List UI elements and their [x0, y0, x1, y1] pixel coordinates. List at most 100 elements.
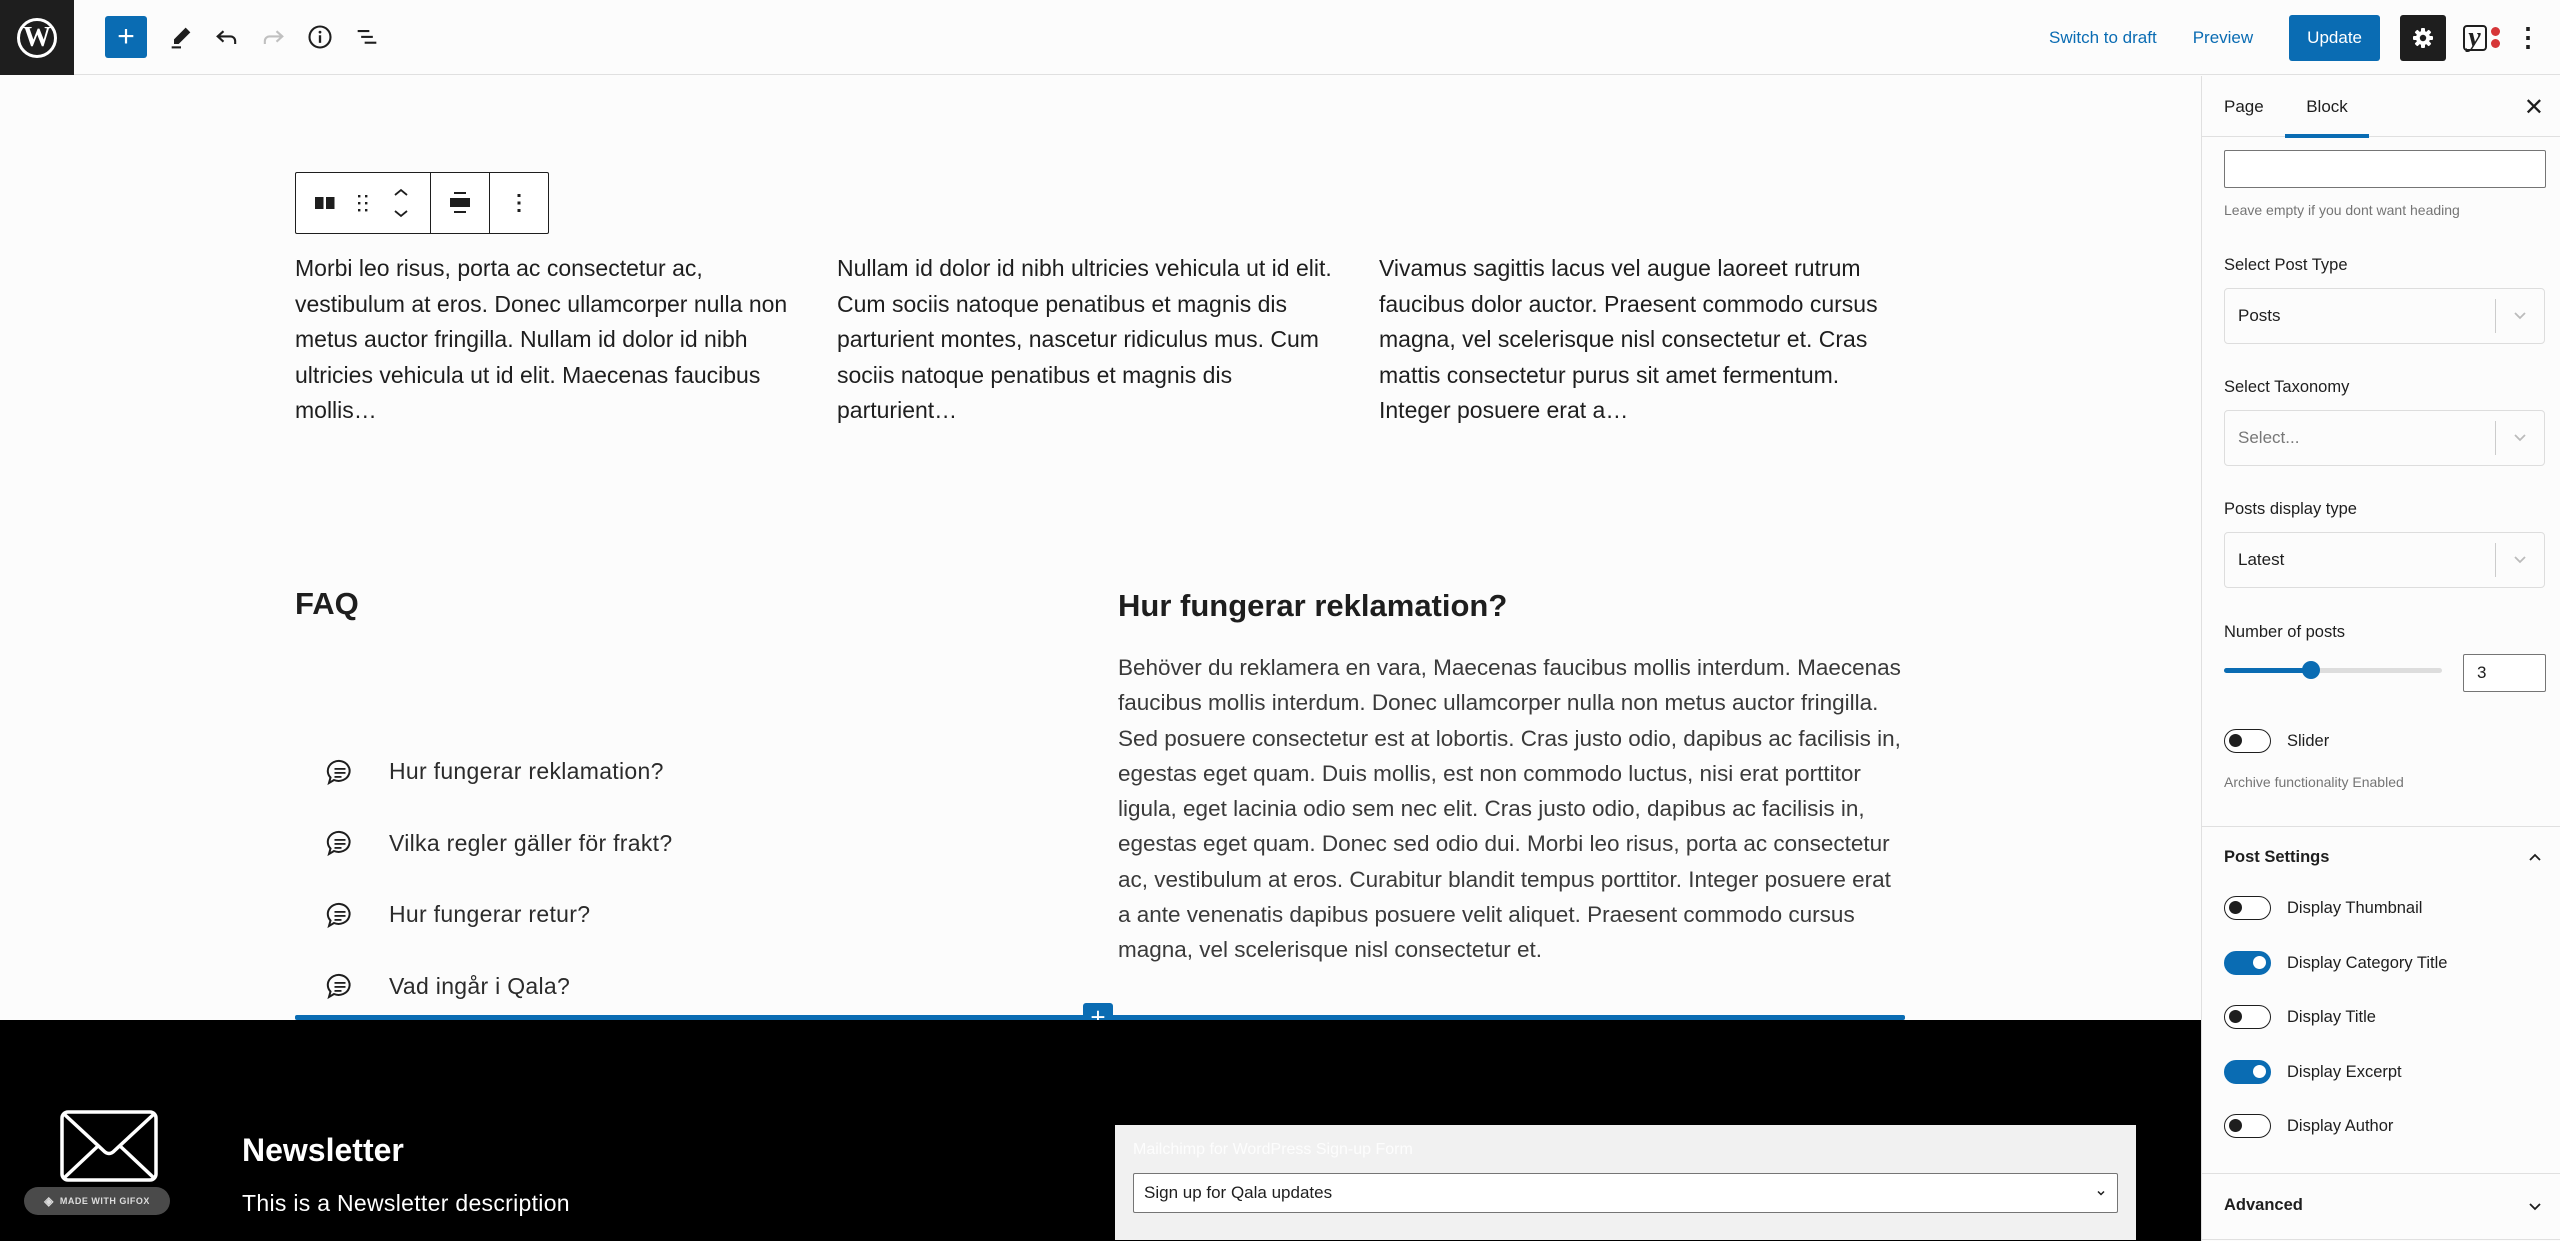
- toggle-label: Display Category Title: [2287, 953, 2448, 972]
- options-menu-button[interactable]: ⋮: [2510, 15, 2546, 61]
- number-of-posts-input[interactable]: 3: [2463, 654, 2546, 692]
- settings-sidebar: Page Block ✕ Leave empty if you dont wan…: [2201, 76, 2560, 1241]
- update-button[interactable]: Update: [2289, 14, 2380, 61]
- drag-handle[interactable]: [344, 179, 382, 227]
- block-toolbar: [295, 172, 549, 234]
- columns-icon: [315, 197, 335, 209]
- wordpress-logo-letter: W: [23, 21, 51, 53]
- heading-help-text: Leave empty if you dont want heading: [2224, 202, 2460, 218]
- close-sidebar-button[interactable]: ✕: [2524, 93, 2544, 122]
- toggle-label: Display Excerpt: [2287, 1062, 2402, 1081]
- redo-button[interactable]: [252, 16, 294, 58]
- slider-thumb[interactable]: [2302, 661, 2321, 679]
- taxonomy-label: Select Taxonomy: [2224, 378, 2350, 396]
- display-excerpt-toggle[interactable]: [2224, 1060, 2271, 1084]
- details-button[interactable]: [299, 16, 341, 58]
- taxonomy-select[interactable]: Select...: [2224, 410, 2545, 466]
- mailchimp-form-select[interactable]: Sign up for Qala updates: [1133, 1173, 2118, 1213]
- display-excerpt-toggle-row[interactable]: Display Excerpt: [2224, 1060, 2402, 1084]
- post-type-value: Posts: [2238, 306, 2281, 325]
- newsletter-description: This is a Newsletter description: [242, 1190, 570, 1216]
- latest-posts-block[interactable]: Morbi leo risus, porta ac consectetur ac…: [295, 251, 1905, 429]
- envelope-icon: [60, 1110, 158, 1182]
- faq-question-text: Vad ingår i Qala?: [389, 972, 571, 999]
- move-up-down-icon: [394, 188, 408, 218]
- top-bar-actions: Switch to draft Preview Update y ⋮: [2049, 0, 2560, 75]
- chevron-down-icon: [2529, 1202, 2541, 1210]
- slider-toggle-row[interactable]: Slider: [2224, 729, 2329, 753]
- taxonomy-placeholder: Select...: [2238, 428, 2300, 447]
- toggle-label: Display Author: [2287, 1116, 2394, 1135]
- align-button[interactable]: [441, 179, 479, 227]
- faq-question-item[interactable]: Vad ingår i Qala?: [325, 951, 672, 1023]
- newsletter-block: ◈ MADE WITH GIFOX Newsletter This is a Ne…: [0, 1020, 2201, 1241]
- slider-toggle[interactable]: [2224, 729, 2271, 753]
- display-author-toggle-row[interactable]: Display Author: [2224, 1114, 2393, 1138]
- drag-handle-icon: [358, 195, 368, 212]
- display-title-toggle-row[interactable]: Display Title: [2224, 1005, 2376, 1029]
- settings-button[interactable]: [2400, 14, 2446, 61]
- display-title-toggle[interactable]: [2224, 1005, 2271, 1029]
- post-settings-panel-toggle[interactable]: Post Settings: [2224, 848, 2544, 867]
- slider-fill: [2224, 668, 2312, 673]
- block-options-button[interactable]: [500, 179, 538, 227]
- post-excerpt[interactable]: Vivamus sagittis lacus vel augue laoreet…: [1379, 251, 1891, 429]
- post-type-label: Select Post Type: [2224, 256, 2348, 274]
- block-inserter-button[interactable]: +: [105, 16, 147, 58]
- yoast-seo-button[interactable]: y: [2458, 15, 2504, 61]
- plus-icon: +: [117, 20, 135, 53]
- chevron-down-icon: [2514, 556, 2526, 564]
- display-author-toggle[interactable]: [2224, 1114, 2271, 1138]
- undo-button[interactable]: [206, 16, 248, 58]
- editor-top-bar: W + Switch to draft Preview Update y ⋮: [0, 0, 2560, 75]
- faq-answer-text: Behöver du reklamera en vara, Maecenas f…: [1118, 655, 1901, 963]
- panel-divider: [2202, 1239, 2560, 1240]
- list-view-button[interactable]: [346, 16, 388, 58]
- gifox-watermark-text: MADE WITH GIFOX: [59, 1196, 150, 1206]
- more-options-icon: [517, 194, 521, 212]
- gear-icon: [2413, 27, 2433, 48]
- newsletter-title: Newsletter: [242, 1132, 404, 1168]
- chevron-up-icon: [2529, 853, 2541, 861]
- display-thumbnail-toggle[interactable]: [2224, 896, 2271, 920]
- mailchimp-form-label: Mailchimp for WordPress Sign-up Form: [1133, 1141, 1413, 1158]
- faq-answer-title: Hur fungerar reklamation?: [1118, 588, 1508, 623]
- tab-page[interactable]: Page: [2224, 76, 2264, 137]
- post-type-select[interactable]: Posts: [2224, 288, 2545, 344]
- display-type-select[interactable]: Latest: [2224, 532, 2545, 588]
- number-of-posts-slider[interactable]: [2224, 661, 2442, 679]
- align-icon: [450, 192, 470, 213]
- display-category-title-toggle[interactable]: [2224, 951, 2271, 975]
- mailchimp-form-selected: Sign up for Qala updates: [1144, 1183, 1333, 1202]
- tab-block[interactable]: Block: [2285, 76, 2369, 138]
- faq-question-item[interactable]: Hur fungerar retur?: [325, 879, 672, 951]
- block-toolbar-group-align: [431, 173, 490, 233]
- block-type-button[interactable]: [306, 179, 344, 227]
- archive-help-text: Archive functionality Enabled: [2224, 774, 2404, 790]
- sidebar-tabs: Page Block ✕: [2202, 76, 2560, 138]
- faq-question-item[interactable]: Vilka regler gäller för frakt?: [325, 808, 672, 880]
- fox-icon: ◈: [44, 1194, 54, 1208]
- wordpress-logo-button[interactable]: W: [0, 0, 74, 75]
- panel-divider: [2202, 826, 2560, 827]
- preview-button[interactable]: Preview: [2193, 28, 2253, 48]
- wordpress-logo-icon: W: [17, 17, 57, 58]
- pencil-icon: [171, 27, 191, 49]
- chevron-down-icon: [2514, 312, 2526, 320]
- post-excerpt[interactable]: Morbi leo risus, porta ac consectetur ac…: [295, 251, 807, 429]
- faq-question-text: Hur fungerar reklamation?: [389, 758, 664, 785]
- tools-button[interactable]: [160, 16, 202, 58]
- post-excerpt[interactable]: Nullam id dolor id nibh ultricies vehicu…: [837, 251, 1349, 429]
- move-up-down-buttons[interactable]: [382, 179, 420, 227]
- panel-divider: [2202, 1173, 2560, 1174]
- yoast-icon: y: [2462, 23, 2487, 51]
- display-category-title-toggle-row[interactable]: Display Category Title: [2224, 951, 2447, 975]
- more-vertical-icon: ⋮: [2515, 22, 2541, 52]
- advanced-panel-toggle[interactable]: Advanced: [2224, 1196, 2544, 1215]
- display-type-label: Posts display type: [2224, 500, 2357, 518]
- faq-question-item[interactable]: Hur fungerar reklamation?: [325, 736, 672, 808]
- heading-input[interactable]: [2224, 150, 2546, 188]
- display-thumbnail-toggle-row[interactable]: Display Thumbnail: [2224, 896, 2422, 920]
- list-view-icon: [357, 30, 377, 44]
- switch-to-draft-button[interactable]: Switch to draft: [2049, 28, 2157, 48]
